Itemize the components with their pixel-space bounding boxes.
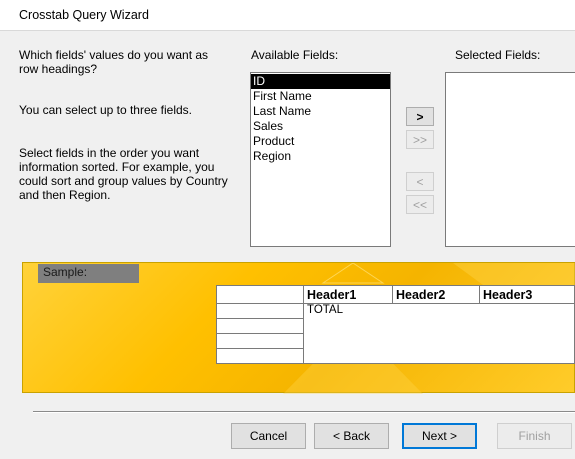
sample-corner-cell [216, 285, 304, 304]
window-title: Crosstab Query Wizard [19, 8, 149, 22]
remove-field-button[interactable]: < [406, 172, 434, 191]
sample-row-cell [216, 303, 304, 319]
sample-row-cell [216, 348, 304, 364]
finish-button[interactable]: Finish [497, 423, 572, 449]
list-item-first-name[interactable]: First Name [251, 89, 390, 104]
sample-total-cell: TOTAL [303, 303, 575, 364]
instruction-question: Which fields' values do you want as row … [19, 48, 209, 76]
back-button[interactable]: < Back [314, 423, 389, 449]
sample-label: Sample: [38, 264, 139, 283]
title-bar: Crosstab Query Wizard [0, 0, 575, 31]
sample-header-1: Header1 [303, 285, 393, 304]
next-button[interactable]: Next > [402, 423, 477, 449]
list-item-product[interactable]: Product [251, 134, 390, 149]
selected-fields-list[interactable] [445, 72, 575, 247]
available-fields-label: Available Fields: [251, 48, 339, 62]
selected-fields-label: Selected Fields: [455, 48, 541, 62]
list-item-sales[interactable]: Sales [251, 119, 390, 134]
available-fields-list[interactable]: ID First Name Last Name Sales Product Re… [250, 72, 391, 247]
instruction-limit: You can select up to three fields. [19, 103, 193, 117]
add-all-fields-button[interactable]: >> [406, 130, 434, 149]
sample-row-cell [216, 318, 304, 334]
list-item-last-name[interactable]: Last Name [251, 104, 390, 119]
instruction-order: Select fields in the order you want info… [19, 146, 228, 202]
sample-row-cell [216, 333, 304, 349]
add-field-button[interactable]: > [406, 107, 434, 126]
sample-header-3: Header3 [479, 285, 575, 304]
list-item-id[interactable]: ID [251, 74, 390, 89]
remove-all-fields-button[interactable]: << [406, 195, 434, 214]
footer-separator [33, 411, 575, 413]
sample-header-2: Header2 [392, 285, 480, 304]
sample-grid: Header1 Header2 Header3 TOTAL [216, 285, 575, 364]
cancel-button[interactable]: Cancel [231, 423, 306, 449]
list-item-region[interactable]: Region [251, 149, 390, 164]
